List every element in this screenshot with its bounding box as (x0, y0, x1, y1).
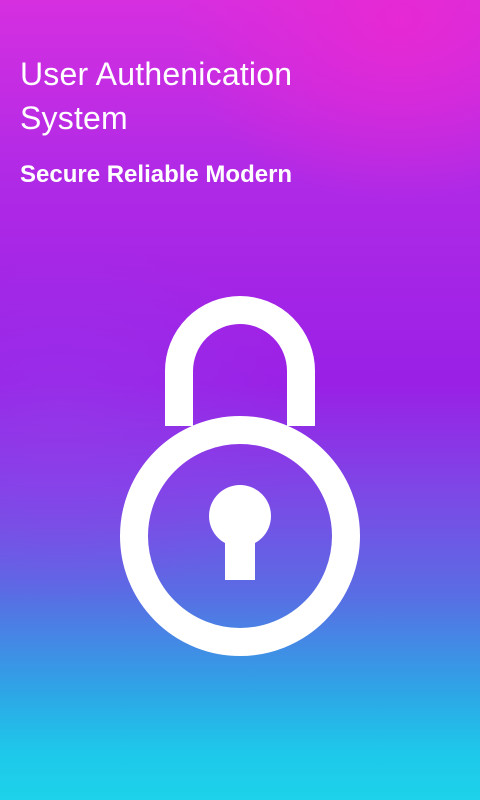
app-title-line-1: User Authenication (20, 56, 293, 92)
keyhole-slot (225, 521, 255, 580)
splash-screen: User Authenication System Secure Reliabl… (0, 0, 480, 800)
app-title-line-2: System (20, 100, 128, 136)
lock-shackle (165, 296, 315, 426)
app-tagline: Secure Reliable Modern (20, 161, 293, 188)
lock-icon (120, 296, 360, 656)
app-title: User Authenication System (20, 52, 460, 140)
